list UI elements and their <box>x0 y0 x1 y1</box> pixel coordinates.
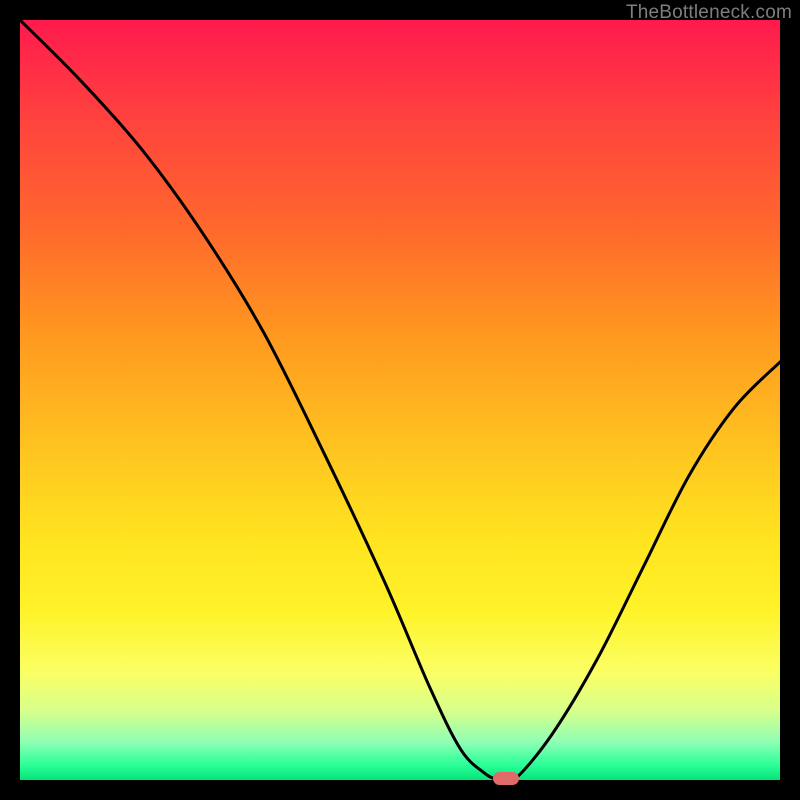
chart-frame: TheBottleneck.com <box>0 0 800 800</box>
plot-area <box>20 20 780 780</box>
curve-path <box>20 20 780 780</box>
bottleneck-curve <box>20 20 780 780</box>
optimal-marker <box>493 772 519 785</box>
